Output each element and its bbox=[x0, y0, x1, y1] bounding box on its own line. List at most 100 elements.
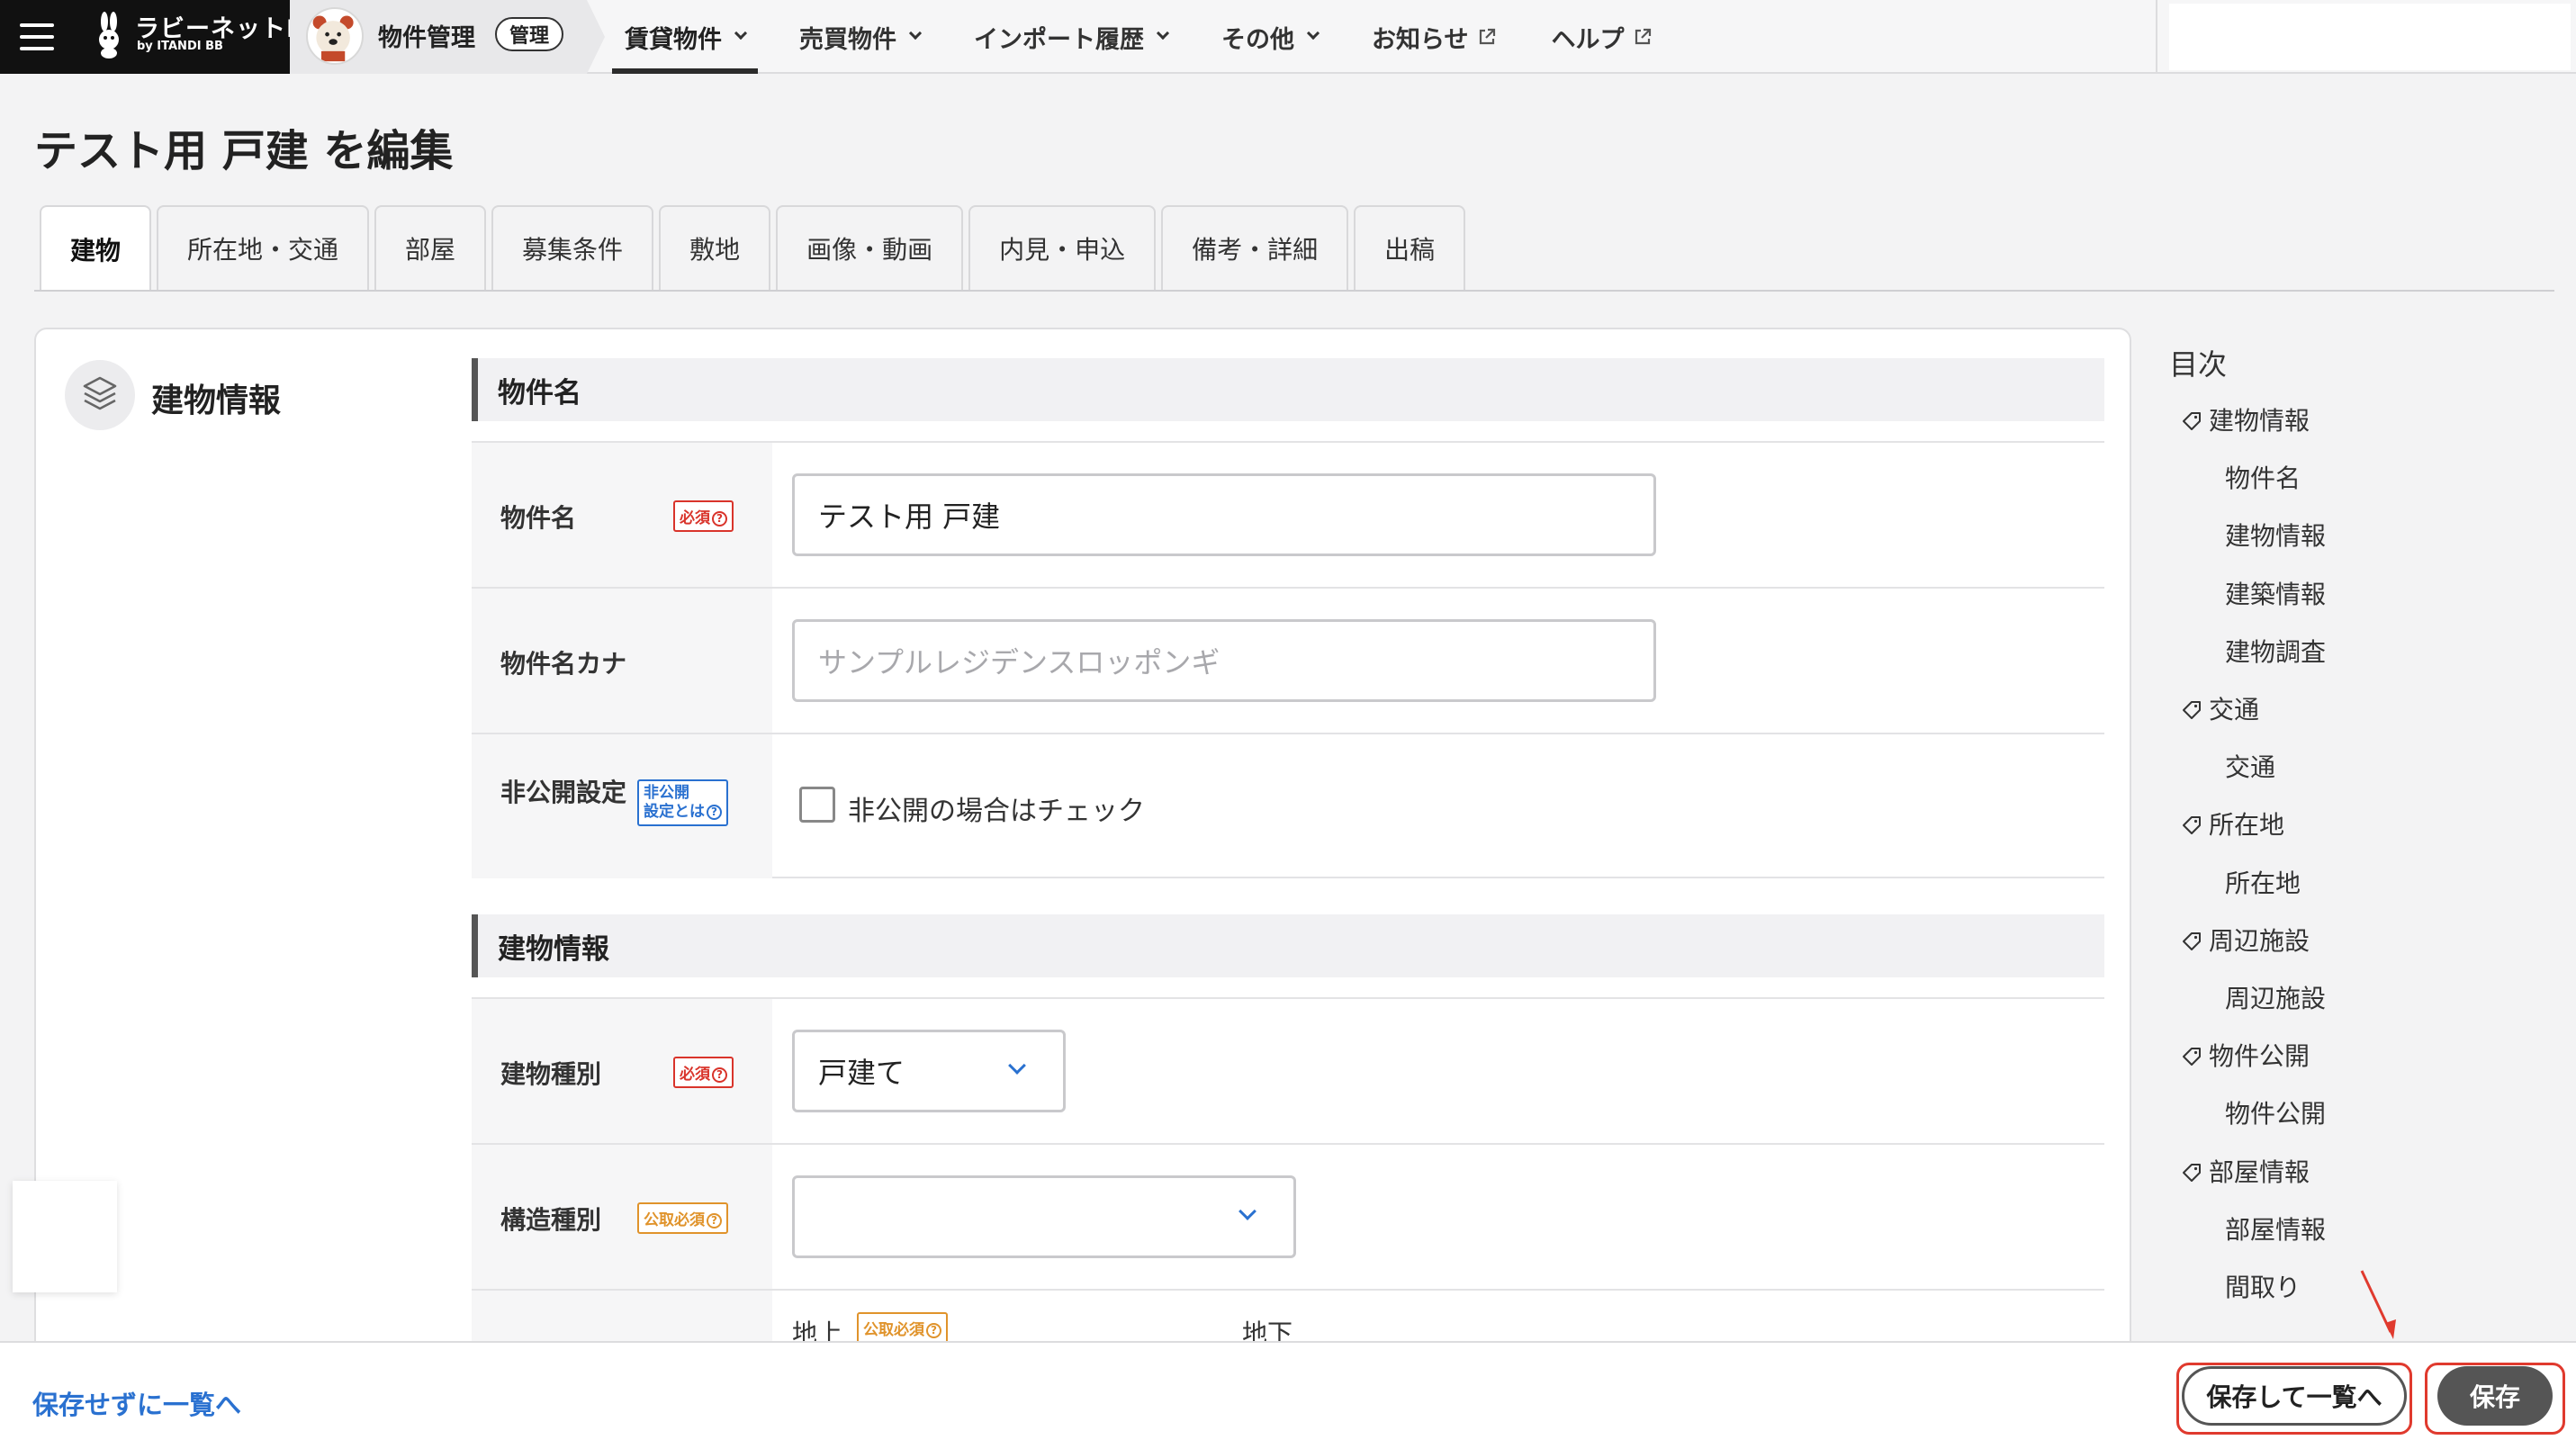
field-label: 構造種別 bbox=[500, 1205, 602, 1235]
app-section-indicator: 物件管理 管理 bbox=[290, 0, 605, 74]
toc-label: 建築情報 bbox=[2225, 580, 2327, 609]
layers-glyph bbox=[83, 376, 117, 410]
badge-text: 公取必須 bbox=[644, 1211, 705, 1229]
toc-subsection-link[interactable]: 所在地 bbox=[2225, 864, 2301, 900]
private-setting-info-badge[interactable]: 非公開 設定とは? bbox=[637, 779, 728, 826]
tag-icon bbox=[2183, 412, 2201, 430]
toc-label: 間取り bbox=[2225, 1273, 2301, 1302]
chevron-down-icon bbox=[1008, 1057, 1026, 1075]
tag-icon bbox=[2183, 932, 2201, 950]
tab-room[interactable]: 部屋 bbox=[374, 205, 487, 290]
brand-logo[interactable]: ラビーネットBB by ITANDI BB bbox=[74, 0, 324, 74]
tab-publish[interactable]: 出稿 bbox=[1354, 205, 1466, 290]
nav-help[interactable]: ヘルプ bbox=[1538, 0, 1665, 74]
toc-label: 物件名 bbox=[2225, 464, 2301, 493]
toc-section-link[interactable]: 所在地 bbox=[2182, 806, 2284, 842]
required-badge[interactable]: 必須? bbox=[673, 1057, 734, 1088]
user-area[interactable] bbox=[2169, 4, 2571, 70]
public-required-badge[interactable]: 公取必須? bbox=[637, 1202, 728, 1234]
edit-tabs: 建物 所在地・交通 部屋 募集条件 敷地 画像・動画 内見・申込 備考・詳細 出… bbox=[40, 205, 1466, 292]
nav-sale-properties[interactable]: 売買物件 bbox=[787, 0, 932, 74]
tab-building[interactable]: 建物 bbox=[40, 205, 152, 292]
field-row-building-type: 建物種別 必須? 戸建て bbox=[472, 997, 2104, 1143]
badge-text: 非公開 bbox=[644, 784, 689, 802]
field-label: 物件名 bbox=[500, 503, 577, 533]
hamburger-line bbox=[20, 47, 54, 50]
chevron-down-icon bbox=[1238, 1202, 1256, 1220]
toc-section-link[interactable]: 物件公開 bbox=[2182, 1037, 2310, 1073]
structure-type-select[interactable] bbox=[792, 1175, 1296, 1258]
nav-label: ヘルプ bbox=[1551, 25, 1625, 54]
toc-section-link[interactable]: 交通 bbox=[2182, 690, 2259, 726]
field-label: 非公開設定 bbox=[500, 778, 627, 807]
floating-widget[interactable] bbox=[13, 1181, 117, 1292]
group-header-building-info: 建物情報 bbox=[472, 914, 2104, 977]
nav-label: お知らせ bbox=[1372, 25, 1469, 54]
chevron-down-icon bbox=[908, 26, 923, 40]
annotation-highlight bbox=[2176, 1363, 2412, 1435]
badge-text: 設定とは bbox=[644, 803, 705, 821]
toc-label: 建物情報 bbox=[2209, 406, 2310, 436]
nav-others[interactable]: その他 bbox=[1209, 0, 1330, 74]
toc-subsection-link[interactable]: 物件公開 bbox=[2225, 1094, 2326, 1130]
toc-subsection-link[interactable]: 建物調査 bbox=[2225, 633, 2326, 669]
toc-section-link[interactable]: 建物情報 bbox=[2182, 401, 2310, 437]
tab-notes-details[interactable]: 備考・詳細 bbox=[1161, 205, 1349, 290]
question-icon: ? bbox=[926, 1322, 941, 1338]
admin-badge: 管理 bbox=[495, 17, 564, 51]
building-info-card: 建物情報 物件名 物件名 必須? テスト用 戸建 物件名カナ サンプルレジデンス… bbox=[34, 328, 2131, 1408]
hamburger-menu-button[interactable] bbox=[0, 0, 74, 74]
top-navigation-bar: ラビーネットBB by ITANDI BB 物件管理 管理 賃貸物件 売買物件 … bbox=[0, 0, 2576, 74]
toc-label: 周辺施設 bbox=[2225, 984, 2327, 1013]
page-title: テスト用 戸建 を編集 bbox=[34, 126, 454, 176]
nav-rental-properties[interactable]: 賃貸物件 bbox=[612, 0, 758, 74]
annotation-highlight bbox=[2425, 1363, 2565, 1435]
tab-recruit-conditions[interactable]: 募集条件 bbox=[491, 205, 654, 290]
toc-section-link[interactable]: 周辺施設 bbox=[2182, 922, 2310, 958]
required-badge[interactable]: 必須? bbox=[673, 500, 734, 532]
property-kana-input[interactable]: サンプルレジデンスロッポンギ bbox=[792, 619, 1656, 702]
toc-section-link[interactable]: 部屋情報 bbox=[2182, 1153, 2310, 1189]
tab-site[interactable]: 敷地 bbox=[659, 205, 771, 290]
question-icon: ? bbox=[707, 1212, 722, 1228]
toc-subsection-link[interactable]: 間取り bbox=[2225, 1268, 2301, 1304]
breadcrumb-arrow bbox=[587, 0, 605, 74]
nav-import-history[interactable]: インポート履歴 bbox=[961, 0, 1180, 74]
select-value: 戸建て bbox=[818, 1056, 905, 1090]
tag-icon bbox=[2183, 1048, 2201, 1066]
field-row-property-kana: 物件名カナ サンプルレジデンスロッポンギ bbox=[472, 587, 2104, 733]
nav-news[interactable]: お知らせ bbox=[1359, 0, 1509, 74]
building-type-select[interactable]: 戸建て bbox=[792, 1030, 1066, 1112]
tab-images-videos[interactable]: 画像・動画 bbox=[776, 205, 964, 290]
tag-icon bbox=[2183, 701, 2201, 719]
tab-location-transport[interactable]: 所在地・交通 bbox=[157, 205, 370, 290]
chevron-down-icon bbox=[1156, 26, 1170, 40]
toc-subsection-link[interactable]: 建築情報 bbox=[2225, 575, 2326, 611]
public-required-badge[interactable]: 公取必須? bbox=[857, 1312, 948, 1344]
field-row-property-name: 物件名 必須? テスト用 戸建 bbox=[472, 441, 2104, 587]
question-icon: ? bbox=[712, 1066, 727, 1083]
badge-text: 公取必須 bbox=[863, 1321, 924, 1339]
field-row-structure-type: 構造種別 公取必須? bbox=[472, 1143, 2104, 1289]
question-icon: ? bbox=[707, 804, 722, 820]
toc-subsection-link[interactable]: 周辺施設 bbox=[2225, 979, 2326, 1015]
toc-subsection-link[interactable]: 部屋情報 bbox=[2225, 1210, 2326, 1246]
tag-icon bbox=[2183, 816, 2201, 834]
nav-label: その他 bbox=[1221, 25, 1294, 54]
rabbit-logo-icon bbox=[99, 12, 119, 58]
nav-label: 売買物件 bbox=[799, 25, 896, 54]
private-checkbox[interactable] bbox=[799, 787, 835, 823]
toc-subsection-link[interactable]: 物件名 bbox=[2225, 459, 2301, 495]
toc-subsection-link[interactable]: 交通 bbox=[2225, 748, 2275, 784]
back-without-saving-link[interactable]: 保存せずに一覧へ bbox=[32, 1384, 241, 1422]
nav-label: 賃貸物件 bbox=[625, 25, 722, 54]
private-checkbox-label[interactable]: 非公開の場合はチェック bbox=[848, 788, 1145, 828]
toc-label: 交通 bbox=[2225, 752, 2276, 782]
toc-label: 物件公開 bbox=[2225, 1099, 2327, 1129]
toc-subsection-link[interactable]: 建物情報 bbox=[2225, 517, 2326, 553]
brand-subtitle: by ITANDI BB bbox=[137, 40, 223, 53]
property-name-input[interactable]: テスト用 戸建 bbox=[792, 473, 1656, 556]
section-title: 建物情報 bbox=[151, 382, 282, 419]
tab-viewing-application[interactable]: 内見・申込 bbox=[968, 205, 1157, 290]
layers-icon bbox=[65, 360, 135, 430]
